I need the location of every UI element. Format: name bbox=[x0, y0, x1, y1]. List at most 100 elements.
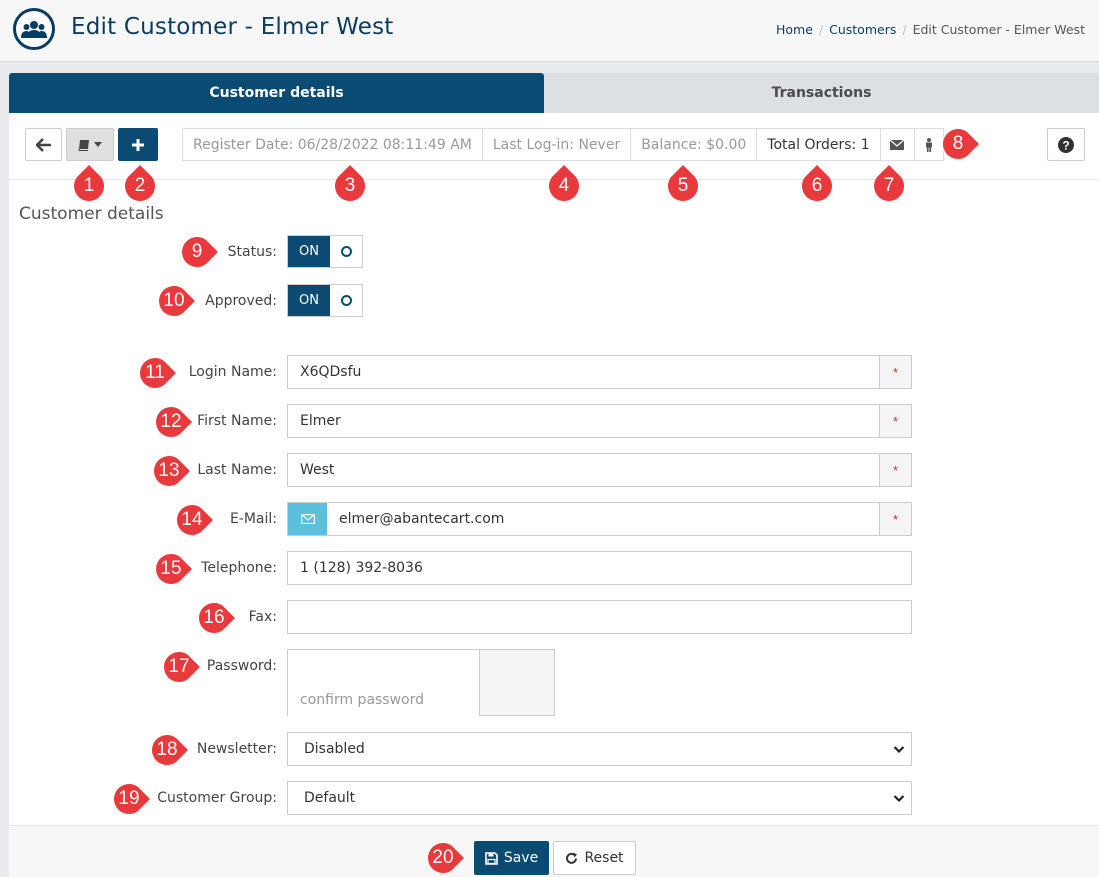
required-marker: * bbox=[879, 356, 911, 388]
annotation-badge: 18 bbox=[152, 732, 188, 768]
first-name-value: Elmer bbox=[300, 413, 341, 429]
form-footer: Save Reset bbox=[9, 825, 1099, 877]
newsletter-label: Newsletter: bbox=[196, 741, 277, 757]
caret-down-icon bbox=[94, 142, 102, 147]
login-name-field[interactable]: X6QDsfu * bbox=[287, 355, 912, 389]
approved-toggle[interactable]: ON bbox=[287, 284, 363, 317]
annotation-badge-number: 3 bbox=[344, 175, 356, 196]
annotation-badge-number: 8 bbox=[952, 133, 964, 154]
annotation-badge: 12 bbox=[156, 404, 192, 440]
annotation-badge-number: 17 bbox=[168, 656, 190, 677]
breadcrumb-separator: / bbox=[818, 22, 824, 37]
floppy-disk-icon bbox=[485, 851, 498, 865]
send-email-button[interactable] bbox=[879, 128, 915, 161]
annotation-badge: 9 bbox=[182, 234, 218, 270]
telephone-field[interactable]: 1 (128) 392-8036 bbox=[287, 551, 912, 585]
annotation-badge-number: 5 bbox=[677, 175, 689, 196]
section-title: Customer details bbox=[19, 204, 164, 224]
help-button[interactable]: ? bbox=[1047, 128, 1085, 161]
password-group: confirm password bbox=[287, 649, 555, 716]
annotation-badge: 15 bbox=[156, 551, 192, 587]
password-label: Password: bbox=[206, 658, 277, 674]
tab-customer-details[interactable]: Customer details bbox=[9, 73, 544, 113]
telephone-value: 1 (128) 392-8036 bbox=[300, 560, 423, 576]
annotation-badge-number: 18 bbox=[156, 739, 178, 760]
annotation-badge: 14 bbox=[177, 502, 213, 538]
annotation-badge-number: 2 bbox=[134, 175, 146, 196]
approved-label: Approved: bbox=[205, 293, 277, 309]
last-name-field[interactable]: West * bbox=[287, 453, 912, 487]
annotation-badge: 11 bbox=[140, 355, 176, 391]
login-name-value: X6QDsfu bbox=[300, 364, 362, 380]
fax-label: Fax: bbox=[248, 609, 277, 625]
status-toggle[interactable]: ON bbox=[287, 235, 363, 268]
last-name-label: Last Name: bbox=[197, 462, 277, 478]
customer-group-label: Customer Group: bbox=[157, 790, 277, 806]
annotation-badge: 19 bbox=[114, 781, 150, 817]
telephone-label: Telephone: bbox=[201, 560, 277, 576]
save-button[interactable]: Save bbox=[474, 841, 549, 875]
login-name-label: Login Name: bbox=[188, 364, 277, 380]
breadcrumb-customers[interactable]: Customers bbox=[829, 22, 896, 37]
annotation-badge-number: 19 bbox=[118, 788, 140, 809]
save-label: Save bbox=[503, 850, 539, 866]
newsletter-value: Disabled bbox=[304, 741, 365, 757]
page-header: Edit Customer - Elmer West Home / Customer… bbox=[0, 0, 1099, 62]
annotation-badge: 10 bbox=[159, 283, 195, 319]
newsletter-select[interactable]: Disabled bbox=[287, 732, 912, 766]
annotation-badge: 16 bbox=[199, 600, 235, 636]
email-field[interactable]: elmer@abantecart.com * bbox=[287, 502, 912, 536]
required-marker: * bbox=[879, 454, 911, 486]
envelope-icon bbox=[890, 139, 905, 150]
annotation-badge: 17 bbox=[164, 649, 200, 685]
approved-off bbox=[330, 285, 362, 316]
tab-transactions[interactable]: Transactions bbox=[544, 73, 1099, 113]
annotation-badge-number: 14 bbox=[181, 509, 203, 530]
actions-dropdown-button[interactable] bbox=[66, 128, 114, 161]
password-input[interactable] bbox=[288, 650, 480, 684]
annotation-badge: 4 bbox=[546, 165, 582, 201]
annotation-badge: 6 bbox=[799, 165, 835, 201]
breadcrumb-separator: / bbox=[902, 22, 907, 37]
svg-text:?: ? bbox=[1062, 138, 1069, 152]
annotation-badge-number: 15 bbox=[160, 558, 182, 579]
annotation-badge: 1 bbox=[71, 165, 107, 201]
annotation-badge-number: 6 bbox=[811, 175, 823, 196]
chevron-down-icon bbox=[893, 746, 905, 754]
annotation-badge: 20 bbox=[428, 840, 464, 876]
status-label: Status: bbox=[227, 244, 277, 260]
reset-button[interactable]: Reset bbox=[553, 841, 636, 875]
annotation-badge-number: 20 bbox=[432, 847, 454, 868]
person-icon bbox=[925, 137, 932, 152]
first-name-label: First Name: bbox=[197, 413, 277, 429]
fax-field[interactable] bbox=[287, 600, 912, 634]
annotation-badge-number: 10 bbox=[163, 290, 185, 311]
back-button[interactable] bbox=[25, 128, 62, 161]
question-circle-icon: ? bbox=[1058, 136, 1074, 153]
annotation-badge: 2 bbox=[122, 165, 158, 201]
annotation-badge: 3 bbox=[332, 165, 368, 201]
annotation-badge-number: 11 bbox=[145, 362, 165, 383]
first-name-field[interactable]: Elmer * bbox=[287, 404, 912, 438]
breadcrumb-home[interactable]: Home bbox=[776, 22, 813, 37]
page-title: Edit Customer - Elmer West bbox=[71, 14, 394, 40]
annotation-badge: 13 bbox=[154, 453, 190, 489]
arrow-left-icon bbox=[35, 137, 51, 152]
total-orders[interactable]: Total Orders: 1 bbox=[756, 128, 881, 161]
last-name-value: West bbox=[300, 462, 335, 478]
last-login: Last Log-in: Never bbox=[481, 128, 632, 161]
annotation-badge-number: 13 bbox=[158, 460, 180, 481]
breadcrumb-current: Edit Customer - Elmer West bbox=[912, 22, 1085, 37]
annotation-badge-number: 4 bbox=[558, 175, 570, 196]
status-off bbox=[330, 236, 362, 267]
add-customer-button[interactable] bbox=[118, 128, 158, 161]
annotation-badge-number: 12 bbox=[160, 411, 182, 432]
confirm-password-input[interactable]: confirm password bbox=[288, 683, 480, 716]
register-date: Register Date: 06/28/2022 08:11:49 AM bbox=[182, 128, 483, 161]
annotation-badge: 5 bbox=[665, 165, 701, 201]
balance[interactable]: Balance: $0.00 bbox=[630, 128, 758, 161]
customer-group-select[interactable]: Default bbox=[287, 781, 912, 815]
annotation-badge-number: 1 bbox=[83, 175, 95, 196]
email-label: E-Mail: bbox=[229, 511, 277, 527]
status-on: ON bbox=[288, 236, 330, 267]
